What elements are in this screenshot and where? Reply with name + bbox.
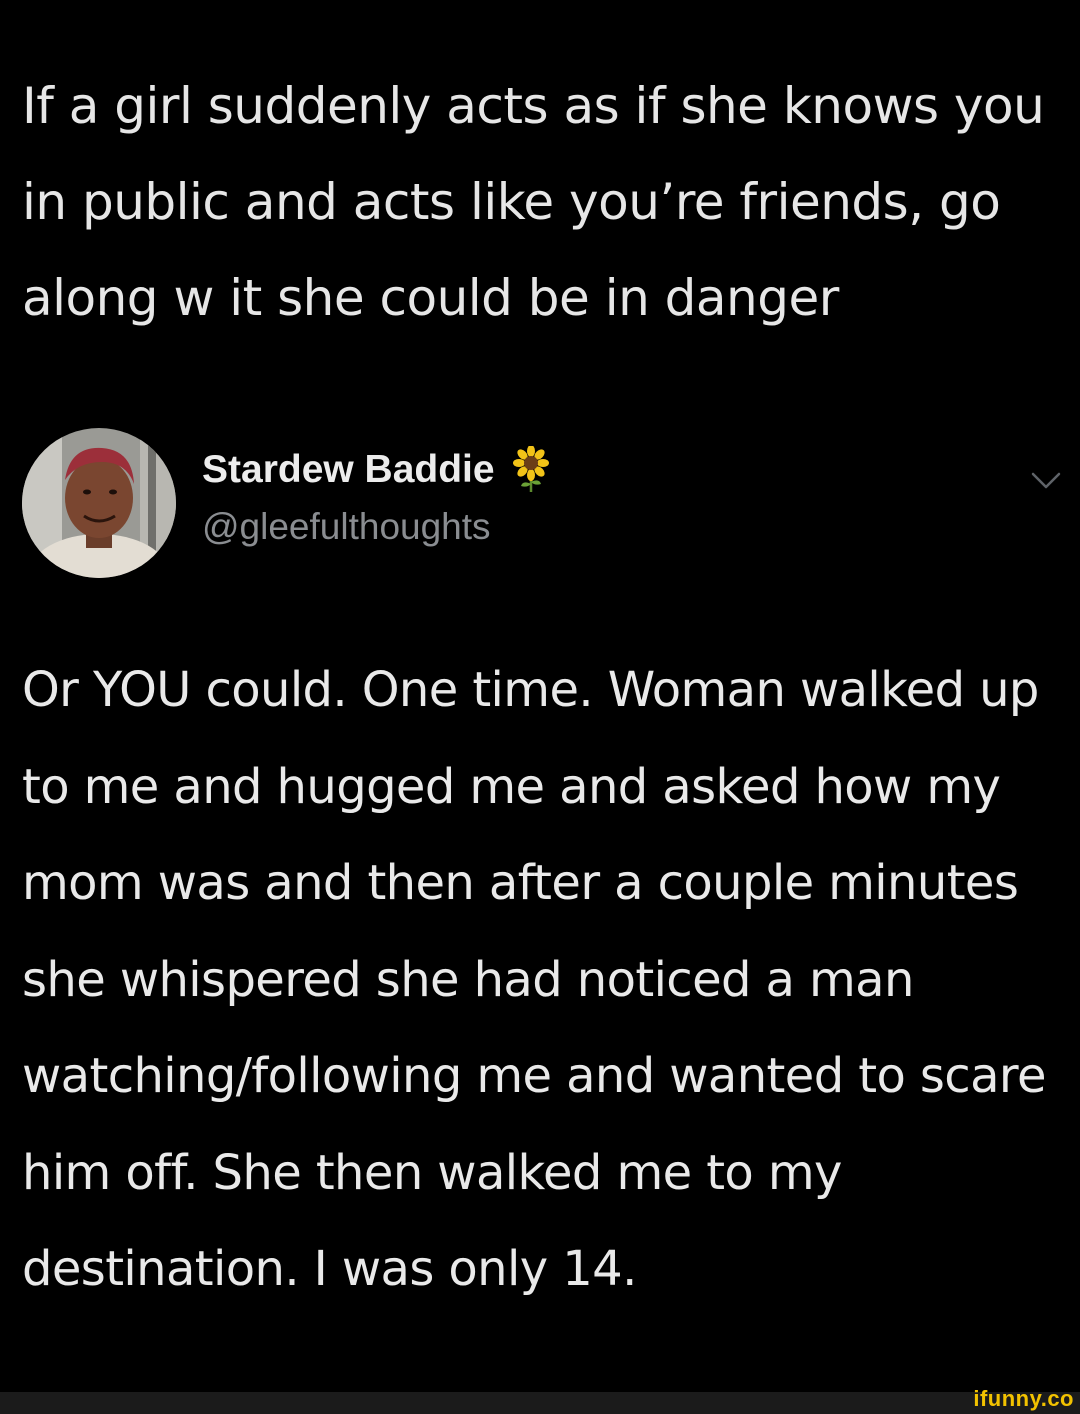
user-handle[interactable]: @gleefulthoughts — [202, 506, 491, 548]
display-name[interactable]: Stardew Baddie — [202, 448, 495, 492]
chevron-down-icon[interactable] — [1030, 470, 1062, 492]
quoted-tweet-text: If a girl suddenly acts as if she knows … — [22, 77, 1045, 327]
ifunny-watermark: ifunny.co — [973, 1386, 1074, 1411]
sunflower-icon — [511, 445, 551, 494]
display-name-group: Stardew Baddie — [202, 445, 551, 494]
tweet-author-header: Stardew Baddie @gleefulthoughts — [22, 428, 1062, 578]
tweet-body-text: Or YOU could. One time. Woman walked up … — [22, 662, 1047, 1297]
watermark-bar — [0, 1392, 1080, 1414]
avatar[interactable] — [22, 428, 176, 578]
